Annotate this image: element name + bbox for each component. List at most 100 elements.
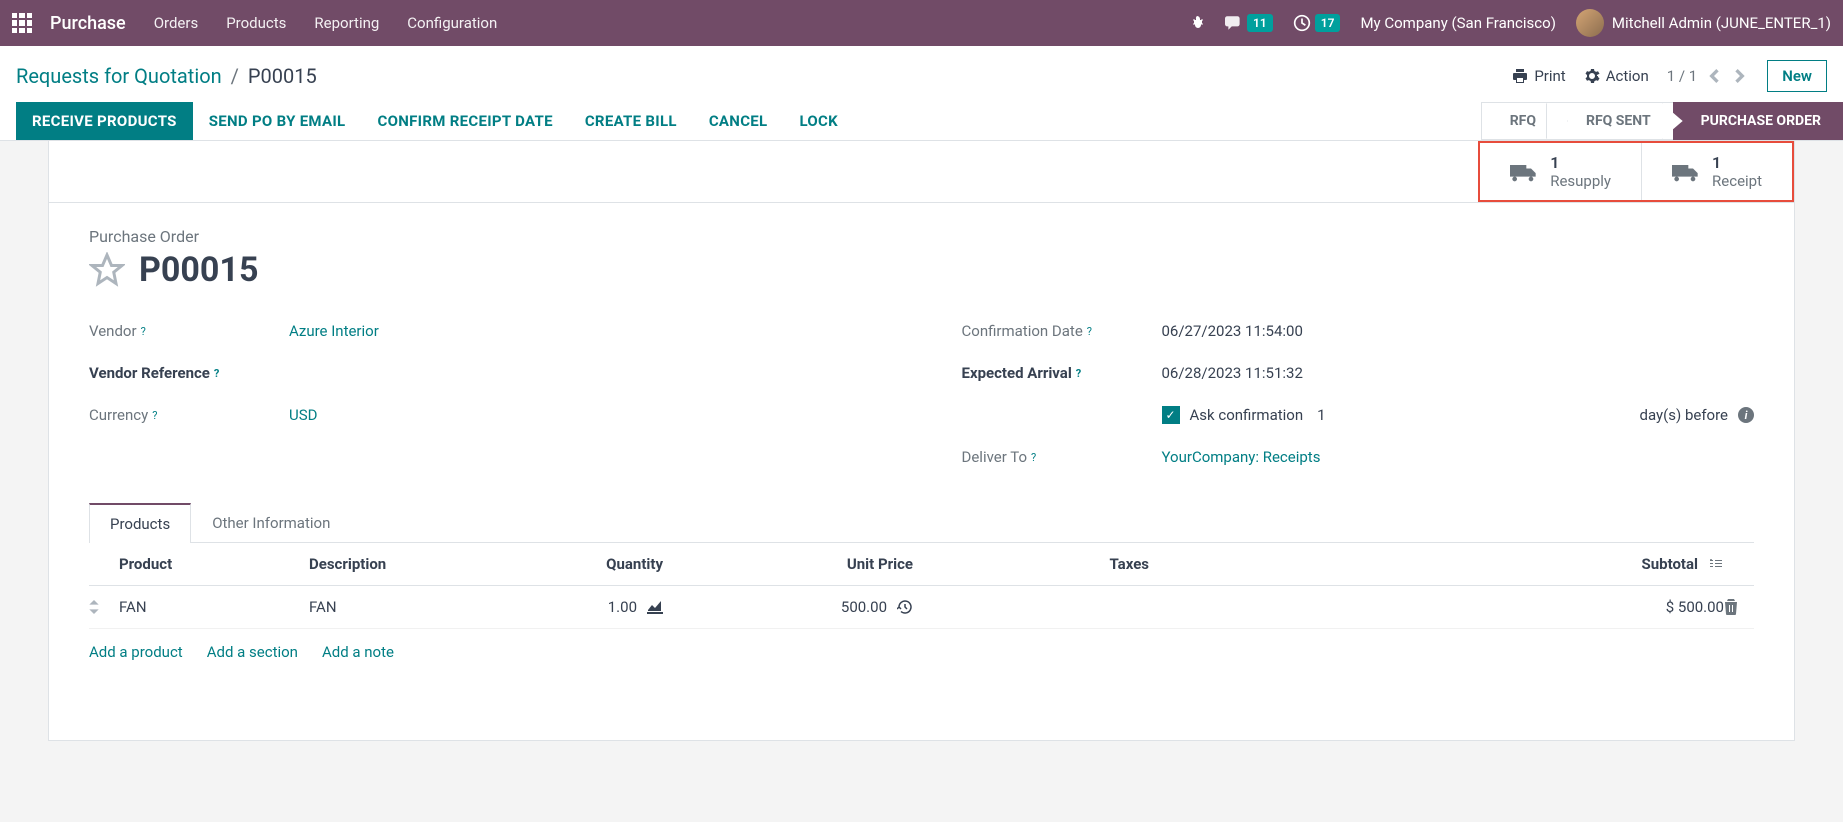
help-icon[interactable]: ? <box>152 409 157 422</box>
ask-confirm-label: Ask confirmation <box>1190 406 1304 424</box>
add-product-link[interactable]: Add a product <box>89 643 183 661</box>
status-rfq-sent[interactable]: RFQ SENT <box>1558 102 1673 140</box>
pager-next[interactable] <box>1731 65 1749 87</box>
confirm-date-value: 06/27/2023 11:54:00 <box>1162 322 1755 340</box>
activities-badge: 17 <box>1315 14 1341 32</box>
col-unit-price: Unit Price <box>679 555 929 573</box>
stat-resupply-label: Resupply <box>1550 172 1611 190</box>
stat-resupply-count: 1 <box>1550 153 1611 172</box>
deliver-to-link[interactable]: YourCompany: Receipts <box>1162 448 1321 466</box>
po-name: P00015 <box>139 250 258 290</box>
col-description: Description <box>309 555 529 573</box>
help-icon[interactable]: ? <box>1076 367 1081 380</box>
cancel-button[interactable]: CANCEL <box>693 102 784 140</box>
col-taxes: Taxes <box>929 555 1149 573</box>
action-button[interactable]: Action <box>1584 67 1649 85</box>
user-name: Mitchell Admin (JUNE_ENTER_1) <box>1612 14 1831 32</box>
confirm-receipt-date-button[interactable]: CONFIRM RECEIPT DATE <box>361 102 568 140</box>
expected-value[interactable]: 06/28/2023 11:51:32 <box>1162 364 1755 382</box>
send-po-button[interactable]: SEND PO BY EMAIL <box>193 102 362 140</box>
top-nav: Purchase Orders Products Reporting Confi… <box>0 0 1843 46</box>
statusbar: RFQ RFQ SENT PURCHASE ORDER <box>1481 102 1843 140</box>
history-icon[interactable] <box>897 599 913 615</box>
label-confirm-date: Confirmation Date? <box>962 322 1162 340</box>
status-purchase-order[interactable]: PURCHASE ORDER <box>1673 102 1843 140</box>
cell-description[interactable]: FAN <box>309 598 529 616</box>
status-rfq[interactable]: RFQ <box>1481 102 1558 140</box>
breadcrumb: Requests for Quotation / P00015 <box>16 64 317 88</box>
truck-icon <box>1510 162 1538 182</box>
label-vendor-ref: Vendor Reference? <box>89 364 289 382</box>
control-panel: Requests for Quotation / P00015 Print Ac… <box>0 46 1843 141</box>
add-section-link[interactable]: Add a section <box>207 643 298 661</box>
tab-products[interactable]: Products <box>89 503 191 543</box>
label-vendor: Vendor? <box>89 322 289 340</box>
optional-columns-icon[interactable] <box>1708 556 1724 572</box>
pager-value[interactable]: 1 / 1 <box>1667 67 1698 85</box>
user-menu[interactable]: Mitchell Admin (JUNE_ENTER_1) <box>1576 9 1831 37</box>
tabs: Products Other Information <box>89 502 1754 543</box>
forecast-icon[interactable] <box>647 600 663 614</box>
cell-subtotal: $ 500.00 <box>1666 598 1724 616</box>
action-buttons: RECEIVE PRODUCTS SEND PO BY EMAIL CONFIR… <box>0 102 854 140</box>
col-subtotal: Subtotal <box>1642 555 1699 573</box>
debug-icon[interactable] <box>1189 15 1205 31</box>
messages-icon[interactable]: 11 <box>1225 14 1273 32</box>
currency-link[interactable]: USD <box>289 406 317 424</box>
receive-products-button[interactable]: RECEIVE PRODUCTS <box>16 102 193 140</box>
days-before-label: day(s) before <box>1640 406 1728 424</box>
breadcrumb-sep: / <box>231 64 239 88</box>
stat-resupply[interactable]: 1 Resupply <box>1480 143 1641 200</box>
nav-orders[interactable]: Orders <box>154 14 199 32</box>
gear-icon <box>1584 68 1600 84</box>
cell-price[interactable]: 500.00 <box>841 598 887 616</box>
product-table: Product Description Quantity Unit Price … <box>89 543 1754 675</box>
print-button[interactable]: Print <box>1512 67 1565 85</box>
vendor-link[interactable]: Azure Interior <box>289 322 379 340</box>
add-note-link[interactable]: Add a note <box>322 643 394 661</box>
stat-buttons: 1 Resupply 1 Receipt <box>49 141 1794 203</box>
lock-button[interactable]: LOCK <box>783 102 854 140</box>
messages-badge: 11 <box>1247 14 1273 32</box>
breadcrumb-current: P00015 <box>248 64 317 88</box>
form-sheet: 1 Resupply 1 Receipt Purchase Order <box>48 141 1795 741</box>
cell-qty[interactable]: 1.00 <box>608 598 637 616</box>
ask-confirm-days[interactable]: 1 <box>1317 406 1325 424</box>
delete-row-icon[interactable] <box>1724 599 1754 615</box>
breadcrumb-parent[interactable]: Requests for Quotation <box>16 64 222 88</box>
title-label: Purchase Order <box>89 227 1754 246</box>
col-quantity: Quantity <box>529 555 679 573</box>
pager-prev[interactable] <box>1705 65 1723 87</box>
help-icon[interactable]: ? <box>141 325 146 338</box>
label-deliver-to: Deliver To? <box>962 448 1162 466</box>
info-icon[interactable]: i <box>1738 407 1754 423</box>
pager: 1 / 1 <box>1667 65 1750 87</box>
stat-receipt[interactable]: 1 Receipt <box>1641 143 1792 200</box>
star-icon[interactable] <box>89 252 125 288</box>
nav-reporting[interactable]: Reporting <box>314 14 379 32</box>
apps-icon[interactable] <box>12 13 32 33</box>
cell-product[interactable]: FAN <box>119 598 309 616</box>
help-icon[interactable]: ? <box>1031 451 1036 464</box>
avatar <box>1576 9 1604 37</box>
drag-handle-icon[interactable] <box>89 600 119 614</box>
nav-configuration[interactable]: Configuration <box>407 14 497 32</box>
print-icon <box>1512 68 1528 84</box>
stat-receipt-label: Receipt <box>1712 172 1762 190</box>
table-row[interactable]: FAN FAN 1.00 500.00 $ 500.00 <box>89 586 1754 629</box>
tab-other-info[interactable]: Other Information <box>191 503 351 543</box>
app-brand[interactable]: Purchase <box>50 13 126 34</box>
label-currency: Currency? <box>89 406 289 424</box>
ask-confirm-checkbox[interactable]: ✓ <box>1162 406 1180 424</box>
truck-icon <box>1672 162 1700 182</box>
nav-products[interactable]: Products <box>226 14 286 32</box>
label-expected: Expected Arrival? <box>962 364 1162 382</box>
new-button[interactable]: New <box>1767 60 1827 92</box>
activities-icon[interactable]: 17 <box>1293 14 1341 32</box>
col-product: Product <box>119 555 309 573</box>
company-switcher[interactable]: My Company (San Francisco) <box>1360 14 1555 32</box>
help-icon[interactable]: ? <box>214 367 219 380</box>
help-icon[interactable]: ? <box>1087 325 1092 338</box>
create-bill-button[interactable]: CREATE BILL <box>569 102 693 140</box>
stat-receipt-count: 1 <box>1712 153 1762 172</box>
